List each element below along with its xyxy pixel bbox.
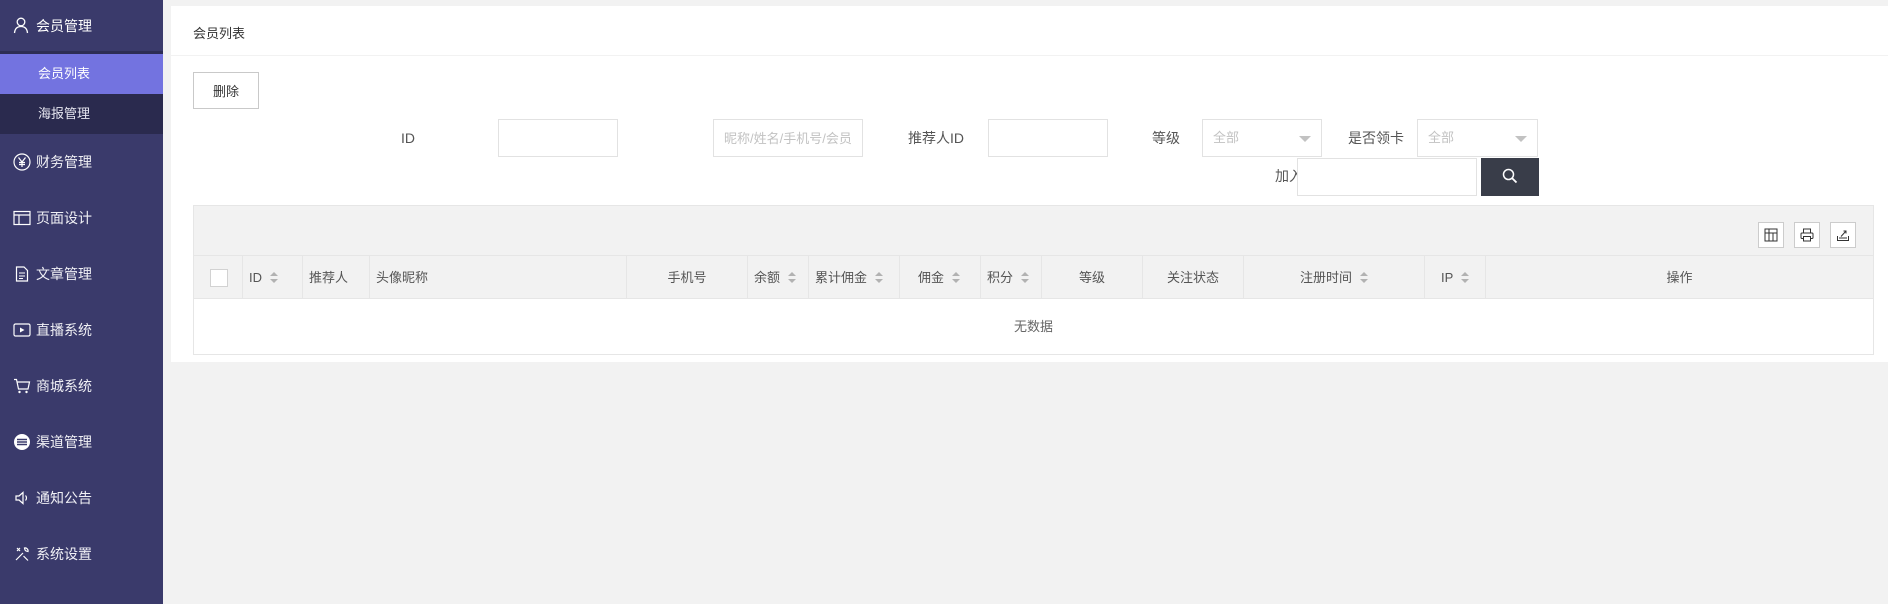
column-header-follow-status: 关注状态: [1143, 256, 1244, 299]
chevron-down-icon: [1299, 136, 1311, 142]
sidebar-item-label: 商城系统: [36, 378, 92, 394]
submenu: 会员列表 海报管理: [0, 54, 163, 134]
main-panel: 会员列表 删除 ID 昵称 推荐人ID 等级 全部 是否领卡 全部 加入时间: [171, 6, 1888, 362]
sort-icon[interactable]: [270, 271, 278, 284]
sidebar-item-channels[interactable]: 渠道管理: [0, 414, 163, 470]
tools-icon: [12, 544, 32, 564]
id-label: ID: [401, 130, 415, 146]
referrer-id-label: 推荐人ID: [908, 130, 964, 146]
export-icon[interactable]: [1830, 222, 1856, 248]
user-icon: [12, 17, 30, 35]
nickname-input[interactable]: [713, 119, 863, 157]
column-header-level: 等级: [1042, 256, 1143, 299]
page-title: 会员列表: [171, 6, 1888, 56]
level-select[interactable]: 全部: [1202, 119, 1322, 157]
column-header-phone: 手机号: [627, 256, 748, 299]
sidebar-item-member-management[interactable]: 会员管理: [0, 0, 163, 54]
card-select-value: 全部: [1428, 130, 1455, 145]
sort-icon[interactable]: [1021, 271, 1030, 284]
delete-button[interactable]: 删除: [193, 72, 259, 109]
table-header: ID 推荐人 头像昵称 手机号 余额 累计佣金 佣金 积分 等级 关注状态 注册…: [194, 256, 1873, 299]
id-input[interactable]: [498, 119, 618, 157]
sidebar-subitem-member-list[interactable]: 会员列表: [0, 54, 163, 94]
layout-icon: [12, 208, 32, 228]
column-header-commission[interactable]: 佣金: [900, 256, 981, 299]
column-header-ip[interactable]: IP: [1425, 256, 1486, 299]
sort-icon[interactable]: [1461, 271, 1470, 284]
sidebar-item-label: 会员管理: [36, 17, 92, 34]
member-table: ID 推荐人 头像昵称 手机号 余额 累计佣金 佣金 积分 等级 关注状态 注册…: [193, 205, 1874, 355]
sidebar-item-label: 财务管理: [36, 154, 92, 170]
select-all-checkbox[interactable]: [210, 269, 228, 287]
column-header-id[interactable]: ID: [243, 256, 303, 299]
referrer-id-input[interactable]: [988, 119, 1108, 157]
sidebar-item-finance[interactable]: 财务管理: [0, 134, 163, 190]
sidebar-subitem-poster-management[interactable]: 海报管理: [0, 94, 163, 134]
sidebar-item-live-streaming[interactable]: 直播系统: [0, 302, 163, 358]
cart-icon: [12, 376, 32, 396]
print-icon[interactable]: [1794, 222, 1820, 248]
column-header-avatar-nickname: 头像昵称: [370, 256, 627, 299]
yen-icon: [12, 152, 32, 172]
card-label: 是否领卡: [1348, 130, 1404, 146]
document-icon: [12, 264, 32, 284]
sidebar: 会员管理 会员列表 海报管理 财务管理 页面设计 文章管理 直播系统 商城系统: [0, 0, 163, 604]
card-select[interactable]: 全部: [1417, 119, 1538, 157]
sort-icon[interactable]: [788, 271, 797, 284]
level-label: 等级: [1152, 130, 1180, 146]
play-icon: [12, 320, 32, 340]
column-header-register-time[interactable]: 注册时间: [1244, 256, 1425, 299]
select-all-cell: [194, 256, 243, 299]
sidebar-item-label: 直播系统: [36, 322, 92, 338]
columns-icon[interactable]: [1758, 222, 1784, 248]
sidebar-item-label: 文章管理: [36, 266, 92, 282]
sidebar-item-label: 页面设计: [36, 210, 92, 226]
sidebar-item-label: 渠道管理: [36, 434, 92, 450]
level-select-value: 全部: [1213, 130, 1240, 145]
empty-state: 无数据: [1013, 319, 1053, 334]
sidebar-item-mall[interactable]: 商城系统: [0, 358, 163, 414]
sidebar-item-label: 通知公告: [36, 490, 92, 506]
column-header-actions: 操作: [1666, 270, 1693, 285]
speaker-icon: [12, 488, 32, 508]
column-header-points[interactable]: 积分: [981, 256, 1042, 299]
sort-icon[interactable]: [952, 271, 961, 284]
sidebar-item-page-design[interactable]: 页面设计: [0, 190, 163, 246]
sidebar-item-label: 系统设置: [36, 546, 92, 562]
search-icon: [1502, 168, 1518, 187]
sidebar-item-notices[interactable]: 通知公告: [0, 470, 163, 526]
chevron-down-icon: [1515, 136, 1527, 142]
sidebar-item-articles[interactable]: 文章管理: [0, 246, 163, 302]
table-toolbar: [194, 206, 1873, 256]
search-button[interactable]: [1481, 158, 1539, 196]
sidebar-item-system-settings[interactable]: 系统设置: [0, 526, 163, 582]
channel-icon: [12, 432, 32, 452]
sort-icon[interactable]: [875, 271, 884, 284]
join-time-input[interactable]: [1297, 158, 1477, 196]
column-header-total-commission[interactable]: 累计佣金: [809, 256, 900, 299]
column-header-balance[interactable]: 余额: [748, 256, 809, 299]
column-header-referrer: 推荐人: [303, 256, 370, 299]
sort-icon[interactable]: [1360, 271, 1368, 284]
